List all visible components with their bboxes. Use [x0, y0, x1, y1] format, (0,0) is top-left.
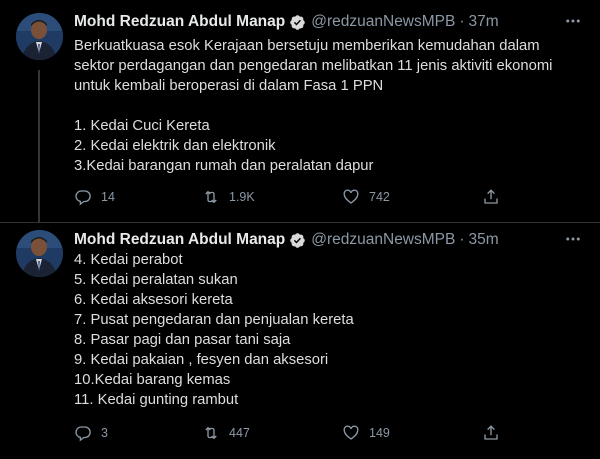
tweet-line: 4. Kedai perabot — [74, 252, 183, 268]
tweet[interactable]: Mohd Redzuan Abdul Manap @redzuanNewsMPB… — [0, 222, 600, 459]
tweet-line-blank — [74, 96, 584, 116]
avatar[interactable] — [16, 230, 63, 277]
like-button[interactable]: 742 — [342, 186, 390, 208]
tweet-line: sektor perdagangan dan pengedaran meliba… — [74, 58, 553, 74]
retweet-icon — [205, 190, 217, 204]
tweet-line: 7. Pusat pengedaran dan penjualan kereta — [74, 312, 354, 328]
separator-dot: · — [459, 231, 465, 248]
tweet-line: 3.Kedai barangan rumah dan peralatan dap… — [74, 158, 374, 174]
timestamp[interactable]: 35m — [469, 231, 499, 249]
avatar[interactable] — [16, 13, 63, 60]
tweet-line: 5. Kedai peralatan sukan — [74, 272, 238, 288]
timestamp[interactable]: 37m — [469, 13, 499, 31]
retweet-count: 447 — [229, 426, 250, 440]
tweet-line: untuk kembali beroperasi di dalam Fasa 1… — [74, 78, 384, 94]
reply-icon — [75, 190, 91, 206]
tweet-line: 2. Kedai elektrik dan elektronik — [74, 138, 276, 154]
share-icon — [484, 425, 498, 440]
heart-icon — [343, 189, 359, 204]
tweet-line: 9. Kedai pakaian , fesyen dan aksesori — [74, 352, 329, 368]
tweet-line: 10.Kedai barang kemas — [74, 372, 231, 388]
heart-icon — [343, 425, 359, 440]
tweet[interactable]: Mohd Redzuan Abdul Manap @redzuanNewsMPB… — [0, 0, 600, 222]
share-button[interactable] — [482, 422, 509, 444]
tweet-line: 11. Kedai gunting rambut — [74, 392, 239, 408]
tweet-line: 6. Kedai aksesori kereta — [74, 292, 233, 308]
author-handle[interactable]: @redzuanNewsMPB — [311, 13, 455, 31]
share-icon — [484, 189, 498, 204]
more-horizontal-icon[interactable] — [562, 10, 584, 32]
verified-badge-icon — [289, 232, 306, 249]
tweet-actions: 14 1.9K 742 — [74, 186, 514, 208]
tweet-actions: 3 447 149 — [74, 422, 514, 444]
tweet-line: 1. Kedai Cuci Kereta — [74, 118, 210, 134]
reply-count: 3 — [101, 426, 108, 440]
retweet-button[interactable]: 1.9K — [202, 186, 255, 208]
like-count: 149 — [369, 426, 390, 440]
author-handle[interactable]: @redzuanNewsMPB — [311, 231, 455, 249]
tweet-header: Mohd Redzuan Abdul Manap @redzuanNewsMPB… — [74, 11, 499, 33]
retweet-icon — [205, 426, 217, 440]
tweet-line: 8. Pasar pagi dan pasar tani saja — [74, 332, 291, 348]
reply-button[interactable]: 14 — [74, 186, 115, 208]
reply-count: 14 — [101, 190, 115, 204]
tweet-line: Berkuatkuasa esok Kerajaan bersetuju mem… — [74, 38, 540, 54]
share-button[interactable] — [482, 186, 509, 208]
retweet-count: 1.9K — [229, 190, 255, 204]
more-horizontal-icon[interactable] — [562, 228, 584, 250]
separator-dot: · — [459, 13, 465, 30]
tweet-text: 4. Kedai perabot 5. Kedai peralatan suka… — [74, 250, 584, 410]
author-name[interactable]: Mohd Redzuan Abdul Manap — [74, 231, 285, 249]
tweet-header: Mohd Redzuan Abdul Manap @redzuanNewsMPB… — [74, 229, 499, 251]
tweet-text: Berkuatkuasa esok Kerajaan bersetuju mem… — [74, 36, 584, 176]
verified-badge-icon — [289, 14, 306, 31]
retweet-button[interactable]: 447 — [202, 422, 250, 444]
author-name[interactable]: Mohd Redzuan Abdul Manap — [74, 13, 285, 31]
reply-icon — [75, 426, 91, 442]
reply-button[interactable]: 3 — [74, 422, 108, 444]
like-button[interactable]: 149 — [342, 422, 390, 444]
like-count: 742 — [369, 190, 390, 204]
